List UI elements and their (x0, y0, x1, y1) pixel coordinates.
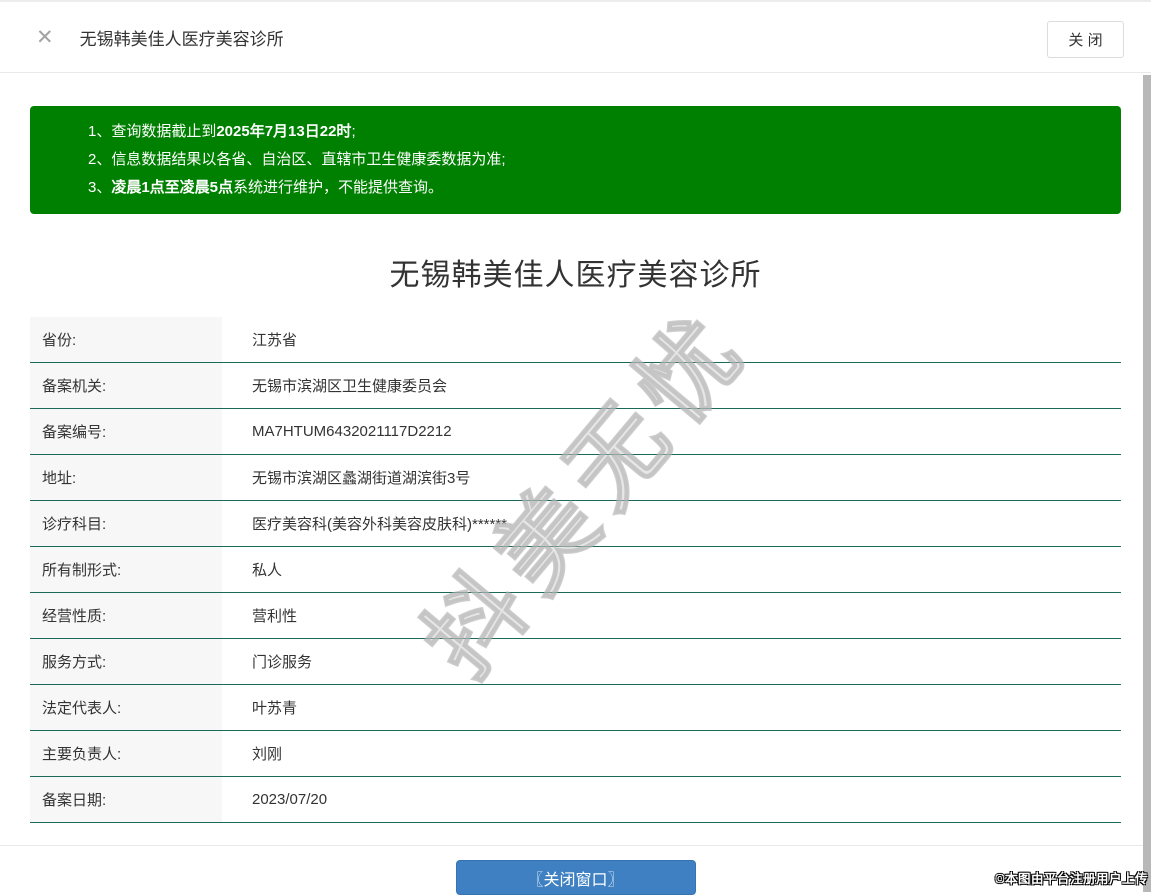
table-row-service-mode: 服务方式: 门诊服务 (30, 639, 1121, 685)
row-value: 2023/07/20 (252, 791, 328, 808)
page-title: 无锡韩美佳人医疗美容诊所 (389, 259, 762, 292)
notice-line: 2、信息数据结果以各省、自治区、直辖市卫生健康委数据为准; (88, 151, 506, 168)
content-area: 1、查询数据截止到2025年7月13日22时; 2、信息数据结果以各省、自治区、… (0, 106, 1151, 823)
row-label: 所有制形式: (30, 547, 222, 592)
row-value: 私人 (252, 562, 283, 579)
notice-line: 1、查询数据截止到2025年7月13日22时; (88, 123, 356, 140)
row-value: 营利性 (252, 608, 298, 625)
info-table: 省份: 江苏省 备案机关: 无锡市滨湖区卫生健康委员会 备案编号: MA7HTU… (30, 317, 1121, 823)
row-value: 叶苏青 (252, 700, 298, 717)
header-bar: ✕ 无锡韩美佳人医疗美容诊所 关 闭 (0, 2, 1151, 73)
row-value: MA7HTUM6432021117D2212 (252, 423, 452, 440)
row-value: 无锡市滨湖区蠡湖街道湖滨街3号 (252, 470, 471, 487)
notice-line: 3、凌晨1点至凌晨5点系统进行维护，不能提供查询。 (88, 179, 444, 196)
row-label: 法定代表人: (30, 685, 222, 730)
row-label: 备案编号: (30, 409, 222, 454)
row-label: 诊疗科目: (30, 501, 222, 546)
row-value: 无锡市滨湖区卫生健康委员会 (252, 378, 448, 395)
row-label: 主要负责人: (30, 731, 222, 776)
table-row-filing-authority: 备案机关: 无锡市滨湖区卫生健康委员会 (30, 363, 1121, 409)
table-row-treatment-subjects: 诊疗科目: 医疗美容科(美容外科美容皮肤科)****** (30, 501, 1121, 547)
table-row-legal-representative: 法定代表人: 叶苏青 (30, 685, 1121, 731)
row-value: 医疗美容科(美容外科美容皮肤科)****** (252, 516, 508, 533)
table-row-ownership-form: 所有制形式: 私人 (30, 547, 1121, 593)
table-row-province: 省份: 江苏省 (30, 317, 1121, 363)
row-value: 门诊服务 (252, 654, 313, 671)
notice-banner: 1、查询数据截止到2025年7月13日22时; 2、信息数据结果以各省、自治区、… (30, 106, 1121, 214)
header-title: 无锡韩美佳人医疗美容诊所 (79, 29, 284, 49)
table-row-business-nature: 经营性质: 营利性 (30, 593, 1121, 639)
row-value: 江苏省 (252, 332, 298, 349)
table-row-filing-date: 备案日期: 2023/07/20 (30, 777, 1121, 823)
row-label: 地址: (30, 455, 222, 500)
row-label: 经营性质: (30, 593, 222, 638)
table-row-address: 地址: 无锡市滨湖区蠡湖街道湖滨街3号 (30, 455, 1121, 501)
close-x-icon[interactable]: ✕ (36, 26, 54, 48)
table-row-principal: 主要负责人: 刘刚 (30, 731, 1121, 777)
row-value: 刘刚 (252, 746, 283, 763)
copyright-overlay: ©本图由平台注册用户上传 (995, 872, 1148, 886)
page: ✕ 无锡韩美佳人医疗美容诊所 关 闭 1、查询数据截止到2025年7月13日22… (0, 0, 1151, 895)
row-label: 备案机关: (30, 363, 222, 408)
close-button[interactable]: 关 闭 (1047, 21, 1124, 58)
row-label: 服务方式: (30, 639, 222, 684)
table-row-filing-number: 备案编号: MA7HTUM6432021117D2212 (30, 409, 1121, 455)
footer: 〖关闭窗口〗 (0, 846, 1151, 895)
row-label: 备案日期: (30, 777, 222, 822)
row-label: 省份: (30, 317, 222, 362)
